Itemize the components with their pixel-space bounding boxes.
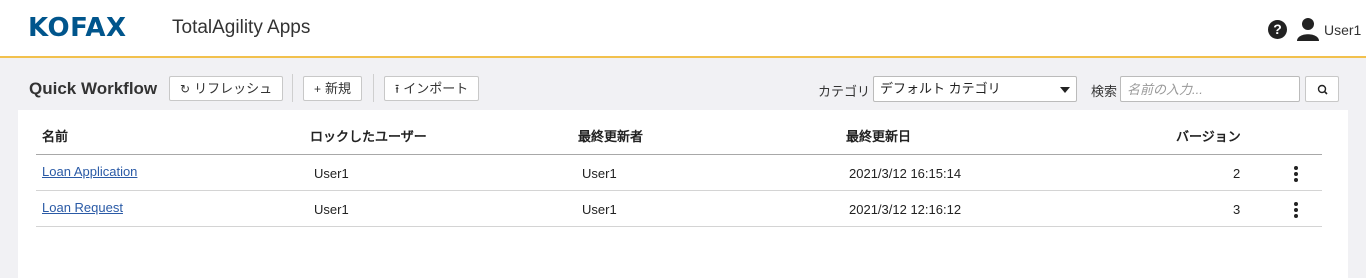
version-cell: 2 — [1233, 166, 1241, 181]
app-title: TotalAgility Apps — [172, 17, 311, 38]
search-icon — [1317, 84, 1328, 95]
header-divider — [36, 154, 1322, 155]
column-header-version[interactable]: バージョン — [1176, 126, 1241, 145]
column-header-modified-by[interactable]: 最終更新者 — [578, 126, 643, 145]
user-name[interactable]: User1 — [1324, 22, 1361, 38]
row-divider — [36, 190, 1322, 191]
new-label: 新規 — [325, 81, 352, 96]
modified-by-cell: User1 — [582, 202, 617, 217]
page-title: Quick Workflow — [29, 79, 158, 98]
refresh-label: リフレッシュ — [194, 81, 273, 96]
new-button[interactable]: + 新規 — [303, 76, 363, 101]
modified-by-cell: User1 — [582, 166, 617, 181]
column-header-modified-date[interactable]: 最終更新日 — [846, 126, 911, 145]
more-vertical-icon[interactable] — [1294, 202, 1298, 220]
top-bar: KOFAX TotalAgility Apps ? User1 — [0, 0, 1366, 58]
caret-down-icon — [1060, 87, 1070, 93]
workflow-name-link[interactable]: Loan Application — [42, 164, 137, 179]
locked-by-cell: User1 — [314, 202, 349, 217]
column-header-locked-by[interactable]: ロックしたユーザー — [310, 126, 427, 145]
plus-icon: + — [314, 82, 322, 96]
upload-icon: ⭱ — [395, 82, 400, 96]
user-icon[interactable] — [1297, 17, 1319, 41]
modified-date-cell: 2021/3/12 16:15:14 — [849, 166, 962, 181]
workflow-name-link[interactable]: Loan Request — [42, 200, 123, 215]
import-button[interactable]: ⭱ インポート — [384, 76, 480, 101]
search-button[interactable] — [1305, 76, 1339, 102]
import-label: インポート — [403, 81, 469, 96]
row-divider — [36, 226, 1322, 227]
version-cell: 3 — [1233, 202, 1241, 217]
kofax-logo[interactable]: KOFAX — [28, 13, 127, 43]
locked-by-cell: User1 — [314, 166, 349, 181]
toolbar-divider — [292, 74, 293, 102]
refresh-button[interactable]: ↻ リフレッシュ — [169, 76, 284, 101]
category-label: カテゴリ — [818, 84, 871, 99]
refresh-icon: ↻ — [180, 82, 191, 96]
question-circle-icon[interactable]: ? — [1268, 20, 1287, 39]
toolbar-divider — [373, 74, 374, 102]
workflow-table: 名前 ロックしたユーザー 最終更新者 最終更新日 バージョン Loan Appl… — [18, 110, 1348, 278]
more-vertical-icon[interactable] — [1294, 166, 1298, 184]
category-select[interactable]: デフォルト カテゴリ — [873, 76, 1077, 102]
modified-date-cell: 2021/3/12 12:16:12 — [849, 202, 962, 217]
column-header-name[interactable]: 名前 — [42, 126, 68, 145]
search-label: 検索 — [1091, 84, 1118, 99]
search-input[interactable] — [1120, 76, 1300, 102]
category-value: デフォルト カテゴリ — [880, 81, 1001, 96]
